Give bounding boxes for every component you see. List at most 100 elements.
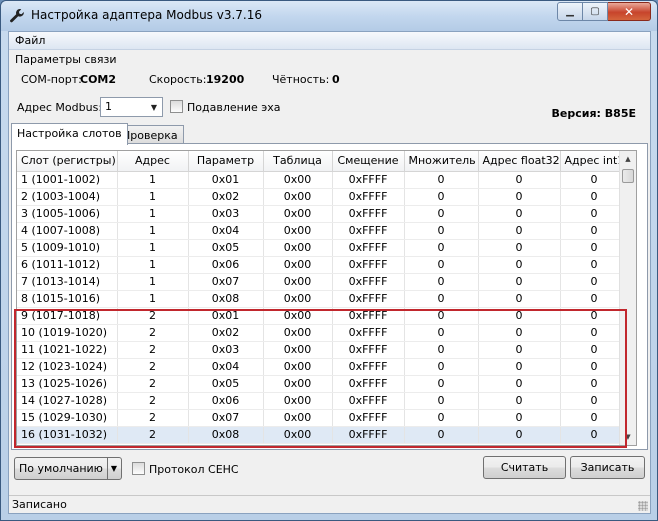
modbus-address-select[interactable]: 1 ▼ [100, 97, 163, 117]
cell-table[interactable]: 0x00 [263, 409, 333, 427]
cell-parameter[interactable]: 0x01 [188, 171, 264, 189]
cell-slot[interactable]: 3 (1005-1006) [17, 205, 118, 223]
cell-parameter[interactable]: 0x03 [188, 341, 264, 359]
table-row[interactable]: 6 (1011-1012) 1 0x06 0x00 0xFFFF 0 0 0 [17, 256, 629, 274]
cell-int16-address[interactable]: 0 [560, 256, 629, 274]
cell-parameter[interactable]: 0x08 [188, 426, 264, 444]
cell-offset[interactable]: 0xFFFF [332, 358, 405, 376]
cell-multiplier[interactable]: 0 [404, 205, 479, 223]
table-row[interactable]: 4 (1007-1008) 1 0x04 0x00 0xFFFF 0 0 0 [17, 222, 629, 240]
cell-address[interactable]: 1 [117, 171, 189, 189]
scroll-thumb[interactable] [622, 169, 634, 183]
cell-float32-address[interactable]: 0 [478, 307, 561, 325]
cell-offset[interactable]: 0xFFFF [332, 426, 405, 444]
cell-float32-address[interactable]: 0 [478, 256, 561, 274]
cell-offset[interactable]: 0xFFFF [332, 375, 405, 393]
cell-address[interactable]: 2 [117, 358, 189, 376]
cell-float32-address[interactable]: 0 [478, 290, 561, 308]
table-row[interactable]: 8 (1015-1016) 1 0x08 0x00 0xFFFF 0 0 0 [17, 290, 629, 308]
cell-offset[interactable]: 0xFFFF [332, 290, 405, 308]
cell-slot[interactable]: 11 (1021-1022) [17, 341, 118, 359]
cell-multiplier[interactable]: 0 [404, 273, 479, 291]
cell-address[interactable]: 1 [117, 273, 189, 291]
defaults-split-button[interactable]: По умолчанию ▼ [14, 457, 122, 480]
table-row[interactable]: 11 (1021-1022) 2 0x03 0x00 0xFFFF 0 0 0 [17, 341, 629, 359]
read-button[interactable]: Считать [483, 456, 566, 479]
cell-offset[interactable]: 0xFFFF [332, 409, 405, 427]
cell-slot[interactable]: 7 (1013-1014) [17, 273, 118, 291]
cell-float32-address[interactable]: 0 [478, 171, 561, 189]
col-header-offset[interactable]: Смещение [332, 151, 405, 172]
chevron-down-icon[interactable]: ▼ [107, 458, 121, 479]
cell-float32-address[interactable]: 0 [478, 324, 561, 342]
cell-multiplier[interactable]: 0 [404, 256, 479, 274]
col-header-parameter[interactable]: Параметр [188, 151, 264, 172]
cell-int16-address[interactable]: 0 [560, 409, 629, 427]
cell-int16-address[interactable]: 0 [560, 358, 629, 376]
cell-float32-address[interactable]: 0 [478, 188, 561, 206]
cell-int16-address[interactable]: 0 [560, 188, 629, 206]
cell-address[interactable]: 2 [117, 341, 189, 359]
cell-slot[interactable]: 10 (1019-1020) [17, 324, 118, 342]
resize-grip-icon[interactable] [638, 501, 648, 511]
cell-address[interactable]: 1 [117, 290, 189, 308]
cell-address[interactable]: 2 [117, 409, 189, 427]
cell-offset[interactable]: 0xFFFF [332, 307, 405, 325]
table-row[interactable]: 7 (1013-1014) 1 0x07 0x00 0xFFFF 0 0 0 [17, 273, 629, 291]
cell-float32-address[interactable]: 0 [478, 409, 561, 427]
cell-slot[interactable]: 15 (1029-1030) [17, 409, 118, 427]
cell-parameter[interactable]: 0x01 [188, 307, 264, 325]
cell-slot[interactable]: 12 (1023-1024) [17, 358, 118, 376]
cell-slot[interactable]: 1 (1001-1002) [17, 171, 118, 189]
cell-address[interactable]: 1 [117, 205, 189, 223]
cell-table[interactable]: 0x00 [263, 205, 333, 223]
cell-parameter[interactable]: 0x06 [188, 256, 264, 274]
cell-float32-address[interactable]: 0 [478, 358, 561, 376]
ceh-protocol-checkbox[interactable] [132, 462, 145, 475]
table-row[interactable]: 3 (1005-1006) 1 0x03 0x00 0xFFFF 0 0 0 [17, 205, 629, 223]
cell-int16-address[interactable]: 0 [560, 273, 629, 291]
cell-multiplier[interactable]: 0 [404, 290, 479, 308]
cell-parameter[interactable]: 0x08 [188, 290, 264, 308]
cell-multiplier[interactable]: 0 [404, 222, 479, 240]
cell-float32-address[interactable]: 0 [478, 239, 561, 257]
cell-float32-address[interactable]: 0 [478, 392, 561, 410]
cell-table[interactable]: 0x00 [263, 273, 333, 291]
write-button[interactable]: Записать [570, 456, 645, 479]
cell-multiplier[interactable]: 0 [404, 358, 479, 376]
cell-table[interactable]: 0x00 [263, 375, 333, 393]
col-header-int16-address[interactable]: Адрес int16 [560, 151, 629, 172]
cell-int16-address[interactable]: 0 [560, 392, 629, 410]
col-header-address[interactable]: Адрес [117, 151, 189, 172]
cell-float32-address[interactable]: 0 [478, 222, 561, 240]
cell-offset[interactable]: 0xFFFF [332, 171, 405, 189]
cell-address[interactable]: 2 [117, 392, 189, 410]
cell-slot[interactable]: 6 (1011-1012) [17, 256, 118, 274]
cell-parameter[interactable]: 0x04 [188, 222, 264, 240]
cell-multiplier[interactable]: 0 [404, 409, 479, 427]
cell-parameter[interactable]: 0x02 [188, 188, 264, 206]
cell-float32-address[interactable]: 0 [478, 273, 561, 291]
tab-slot-settings[interactable]: Настройка слотов [11, 123, 128, 145]
table-row[interactable]: 15 (1029-1030) 2 0x07 0x00 0xFFFF 0 0 0 [17, 409, 629, 427]
cell-address[interactable]: 1 [117, 239, 189, 257]
cell-parameter[interactable]: 0x05 [188, 239, 264, 257]
cell-slot[interactable]: 14 (1027-1028) [17, 392, 118, 410]
cell-address[interactable]: 1 [117, 256, 189, 274]
cell-table[interactable]: 0x00 [263, 239, 333, 257]
table-row[interactable]: 16 (1031-1032) 2 0x08 0x00 0xFFFF 0 0 0 [17, 426, 629, 444]
cell-address[interactable]: 2 [117, 426, 189, 444]
cell-table[interactable]: 0x00 [263, 222, 333, 240]
cell-parameter[interactable]: 0x02 [188, 324, 264, 342]
cell-multiplier[interactable]: 0 [404, 375, 479, 393]
cell-offset[interactable]: 0xFFFF [332, 188, 405, 206]
scroll-up-arrow-icon[interactable]: ▲ [620, 151, 636, 167]
cell-multiplier[interactable]: 0 [404, 239, 479, 257]
cell-table[interactable]: 0x00 [263, 324, 333, 342]
cell-table[interactable]: 0x00 [263, 256, 333, 274]
cell-int16-address[interactable]: 0 [560, 375, 629, 393]
cell-float32-address[interactable]: 0 [478, 341, 561, 359]
cell-int16-address[interactable]: 0 [560, 171, 629, 189]
table-row[interactable]: 14 (1027-1028) 2 0x06 0x00 0xFFFF 0 0 0 [17, 392, 629, 410]
cell-table[interactable]: 0x00 [263, 188, 333, 206]
